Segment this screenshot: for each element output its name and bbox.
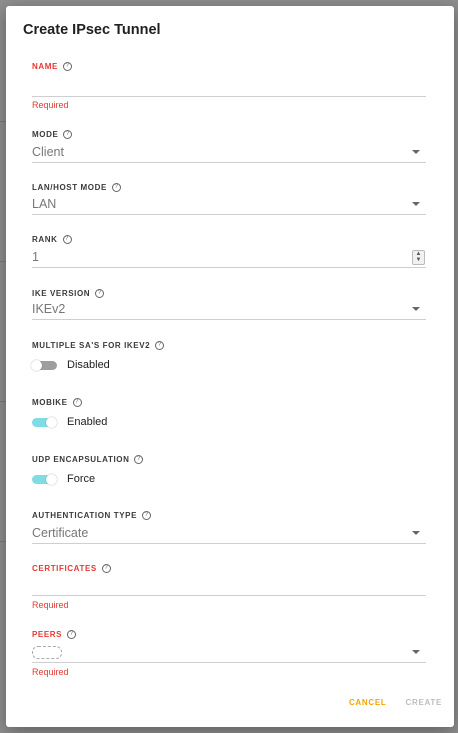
dialog-actions: CANCEL CREATE [349,698,442,707]
help-icon[interactable]: ? [101,564,111,573]
certificates-error: Required [32,600,69,610]
authentication-type-label: AUTHENTICATION TYPE ? [32,511,152,520]
help-icon[interactable]: ? [111,183,121,192]
multiple-sa-label: MULTIPLE SA'S FOR IKEV2 ? [32,341,165,350]
udp-encapsulation-toggle[interactable] [32,473,57,485]
peers-label: PEERS ? [32,630,77,639]
lan-host-mode-select[interactable]: LAN [32,194,426,215]
mode-select[interactable]: Client [32,142,426,163]
multiple-sa-toggle-row: Disabled [31,359,110,371]
ike-version-value: IKEv2 [32,302,66,316]
chevron-down-icon [412,150,420,154]
ike-version-select[interactable]: IKEv2 [32,299,426,320]
help-icon[interactable]: ? [62,62,72,71]
toggle-knob [46,416,57,428]
help-icon[interactable]: ? [142,511,152,520]
lan-host-mode-value: LAN [32,197,57,211]
help-icon[interactable]: ? [67,630,77,639]
name-input[interactable] [32,76,426,97]
peers-select[interactable] [32,642,426,663]
toggle-knob [46,473,57,485]
number-stepper-icon[interactable]: ▲ ▼ [412,250,425,265]
dialog-title: Create IPsec Tunnel [23,22,161,38]
create-ipsec-tunnel-dialog: Create IPsec Tunnel NAME ? Required MODE… [6,6,454,727]
rank-input[interactable]: 1 ▲ ▼ [32,247,426,268]
mobike-toggle-row: Enabled [32,416,107,428]
name-error: Required [32,100,69,110]
help-icon[interactable]: ? [63,130,73,139]
mobike-state: Enabled [67,416,108,428]
chevron-down-icon [412,202,420,206]
chevron-down-icon [412,307,420,311]
authentication-type-select[interactable]: Certificate [32,523,426,544]
help-icon[interactable]: ? [95,289,105,298]
peers-error: Required [32,667,69,677]
mobike-label: MOBIKE ? [32,398,82,407]
lan-host-mode-label: LAN/HOST MODE ? [32,183,121,192]
certificates-label: CERTIFICATES ? [32,564,111,573]
help-icon[interactable]: ? [134,455,144,464]
authentication-type-value: Certificate [32,526,89,540]
udp-encapsulation-toggle-row: Force [32,473,95,485]
certificates-input[interactable] [32,575,426,596]
help-icon[interactable]: ? [62,235,72,244]
create-button[interactable]: CREATE [406,698,443,707]
rank-value: 1 [32,250,39,264]
udp-encapsulation-label: UDP ENCAPSULATION ? [32,455,144,464]
peer-chip-placeholder [32,646,62,659]
cancel-button[interactable]: CANCEL [349,698,387,707]
multiple-sa-state: Disabled [67,359,110,371]
mode-value: Client [32,145,64,159]
mobike-toggle[interactable] [32,416,57,428]
help-icon[interactable]: ? [155,341,165,350]
name-label: NAME ? [32,62,72,71]
udp-encapsulation-state: Force [67,473,96,485]
chevron-down-icon [412,531,420,535]
toggle-knob [31,359,42,371]
ike-version-label: IKE VERSION ? [32,289,105,298]
chevron-down-icon [412,650,420,654]
multiple-sa-toggle[interactable] [31,359,57,371]
mode-label: MODE ? [32,130,73,139]
help-icon[interactable]: ? [72,398,82,407]
rank-label: RANK ? [32,235,72,244]
